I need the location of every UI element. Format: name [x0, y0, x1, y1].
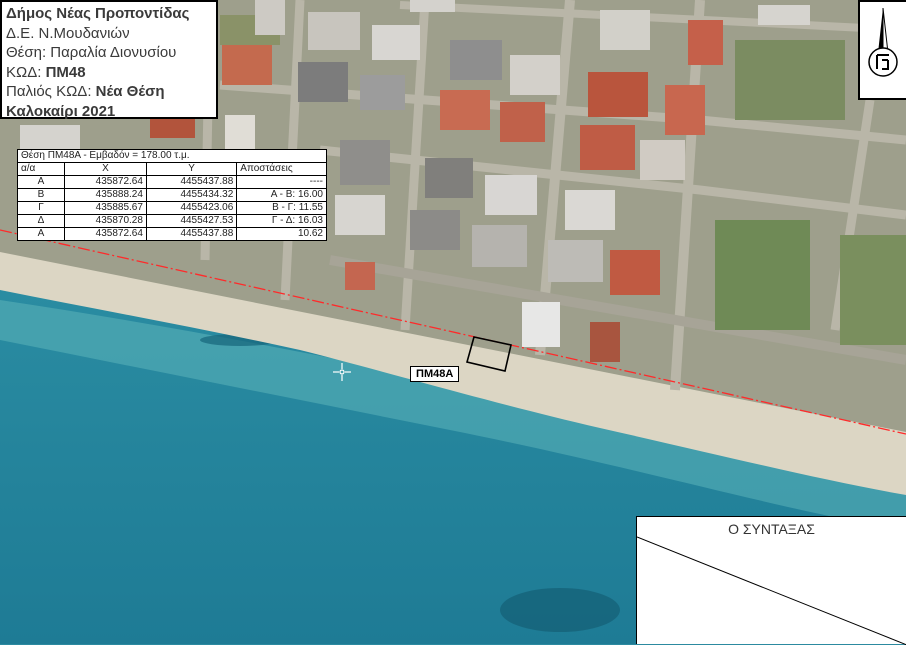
col-header-distances: Αποστάσεις: [236, 162, 327, 176]
park-area: [715, 220, 810, 330]
municipality-title: Δήμος Νέας Προποντίδας: [6, 5, 190, 22]
municipal-unit: Δ.Ε. Ν.Μουδανιών: [6, 24, 130, 42]
code-line: ΚΩΔ: ΠΜ48: [6, 63, 86, 81]
col-header-y: Y: [145, 162, 238, 176]
coordinates-table: Θέση ΠΜ48Α - Εμβαδόν = 178.00 τ.μ. α/α X…: [17, 149, 327, 241]
map-info-box: Δήμος Νέας Προποντίδας Δ.Ε. Ν.Μουδανιών …: [0, 0, 218, 120]
seaweed-patch: [500, 588, 620, 632]
parcel-label[interactable]: ΠΜ48Α: [410, 366, 460, 382]
season-line: Καλοκαίρι 2021: [6, 102, 116, 120]
old-code-line: Παλιός ΚΩΔ: Νέα Θέση: [6, 83, 165, 100]
table-row: Δ 435870.28 4455427.53 Γ - Δ: 16.03: [17, 214, 327, 228]
table-row: Β 435888.24 4455434.32 Α - Β: 16.00: [17, 188, 327, 202]
location-name: Θέση: Παραλία Διονυσίου: [6, 44, 177, 61]
north-arrow-icon: [868, 7, 898, 77]
north-arrow-box: [858, 0, 906, 100]
composer-diagonal: [637, 536, 906, 645]
table-row: Α 435872.64 4455437.88 ----: [17, 175, 327, 189]
park-area: [735, 40, 845, 120]
composer-box: Ο ΣΥΝΤΑΞΑΣ: [636, 516, 906, 645]
col-header-index: α/α: [17, 162, 65, 176]
table-caption: Θέση ΠΜ48Α - Εμβαδόν = 178.00 τ.μ.: [17, 149, 327, 163]
table-row: Γ 435885.67 4455423.06 Β - Γ: 11.55: [17, 201, 327, 215]
park-area: [840, 235, 906, 345]
table-row: Α 435872.64 4455437.88 10.62: [17, 227, 327, 241]
col-header-x: X: [64, 162, 147, 176]
